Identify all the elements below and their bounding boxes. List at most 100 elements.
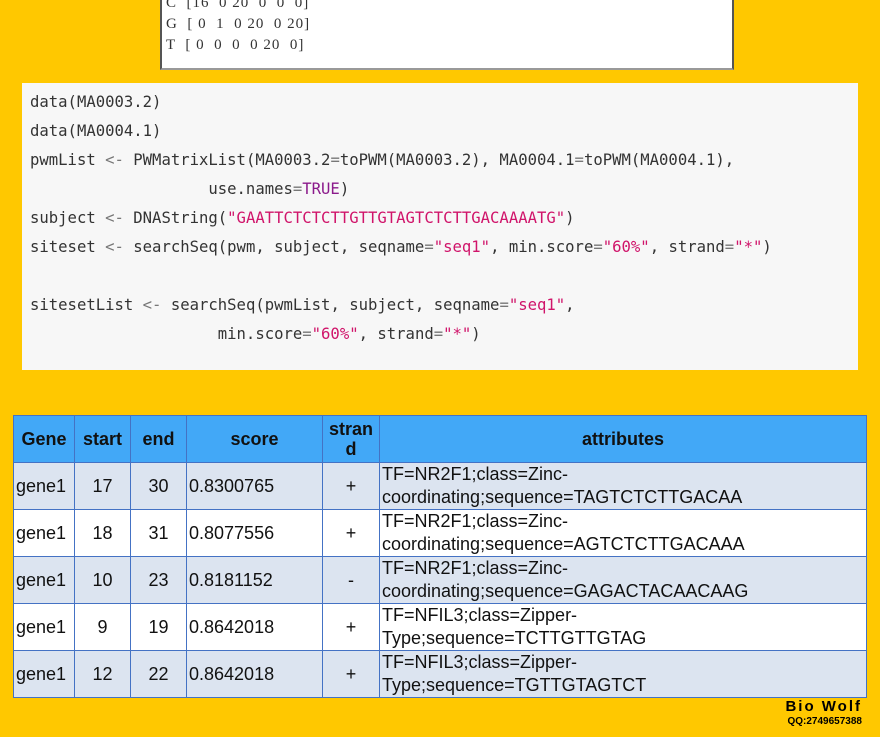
code-token: <-	[105, 238, 124, 256]
attr-line1: TF=NR2F1;class=Zinc-	[382, 558, 569, 578]
matrix-row-g: G [ 0 1 0 20 0 20]	[166, 16, 311, 32]
attr-line2: Type;sequence=TGTTGTAGTCT	[382, 675, 647, 695]
code-token: , min.score	[490, 238, 594, 256]
cell-start: 12	[74, 650, 131, 698]
code-token: "GAATTCTCTCTTGTTGTAGTCTCTTGACAAAATG"	[227, 209, 566, 227]
table-row: gene1 9 19 0.8642018 + TF=NFIL3;class=Zi…	[13, 603, 867, 651]
cell-end: 19	[130, 603, 187, 651]
attr-line1: TF=NR2F1;class=Zinc-	[382, 511, 569, 531]
code-token: <-	[105, 151, 124, 169]
matrix-row-c: C [16 0 20 0 0 0]	[166, 0, 310, 11]
code-token: ,	[565, 296, 575, 314]
code-token: )	[762, 238, 772, 256]
header-score: score	[186, 415, 323, 463]
attr-line2: coordinating;sequence=AGTCTCTTGACAAA	[382, 534, 745, 554]
table-row: gene1 18 31 0.8077556 + TF=NR2F1;class=Z…	[13, 509, 867, 557]
code-token: data(MA0003.2)	[30, 93, 162, 111]
cell-end: 30	[130, 462, 187, 510]
code-token: )	[471, 325, 481, 343]
code-line: sitesetList <- searchSeq(pwmList, subjec…	[30, 291, 858, 320]
brand-contact: QQ:2749657388	[787, 716, 862, 727]
table-header-row: Gene start end score stran d attributes	[13, 415, 867, 463]
header-start: start	[74, 415, 131, 463]
cell-attributes: TF=NR2F1;class=Zinc- coordinating;sequen…	[379, 556, 867, 604]
header-end: end	[130, 415, 187, 463]
code-line: min.score="60%", strand="*")	[30, 320, 858, 349]
table-row: gene1 10 23 0.8181152 - TF=NR2F1;class=Z…	[13, 556, 867, 604]
brand-name: Bio Wolf	[785, 698, 862, 715]
code-token: =	[574, 151, 584, 169]
cell-score: 0.8300765	[186, 462, 323, 510]
code-token: "*"	[734, 238, 763, 256]
table-row: gene1 12 22 0.8642018 + TF=NFIL3;class=Z…	[13, 650, 867, 698]
code-token: pwmList	[30, 151, 106, 169]
results-table: Gene start end score stran d attributes …	[13, 415, 867, 698]
matrix-row-t: T [ 0 0 0 0 20 0]	[166, 37, 305, 53]
cell-start: 9	[74, 603, 131, 651]
code-token: , strand	[358, 325, 434, 343]
cell-score: 0.8077556	[186, 509, 323, 557]
code-token: searchSeq(pwmList, subject, seqname	[161, 296, 500, 314]
cell-gene: gene1	[13, 603, 75, 651]
header-strand-line2: d	[345, 439, 357, 459]
code-token: , strand	[649, 238, 725, 256]
code-token: use.names	[30, 180, 293, 198]
cell-start: 18	[74, 509, 131, 557]
code-token: toPWM(MA0003.2), MA0004.1	[339, 151, 575, 169]
code-token: =	[433, 325, 444, 343]
code-token: =	[593, 238, 603, 256]
cell-gene: gene1	[13, 650, 75, 698]
code-line: data(MA0003.2)	[30, 88, 858, 117]
cell-end: 31	[130, 509, 187, 557]
code-token: =	[292, 180, 303, 198]
code-token: =	[424, 238, 434, 256]
code-token: sitesetList	[30, 296, 143, 314]
cell-attributes: TF=NR2F1;class=Zinc- coordinating;sequen…	[379, 509, 867, 557]
code-token: =	[330, 151, 340, 169]
code-token: =	[302, 325, 312, 343]
code-token: "60%"	[602, 238, 650, 256]
code-token: <-	[105, 209, 124, 227]
cell-score: 0.8181152	[186, 556, 323, 604]
code-token: "seq1"	[433, 238, 491, 256]
code-line: data(MA0004.1)	[30, 117, 858, 146]
code-line: subject <- DNAString("GAATTCTCTCTTGTTGTA…	[30, 204, 858, 233]
code-token: subject	[30, 209, 106, 227]
cell-attributes: TF=NR2F1;class=Zinc- coordinating;sequen…	[379, 462, 867, 510]
code-token: toPWM(MA0004.1),	[583, 151, 735, 169]
code-token: min.score	[30, 325, 303, 343]
code-token: DNAString(	[123, 209, 228, 227]
code-token: )	[339, 180, 350, 198]
code-token: "60%"	[311, 325, 359, 343]
cell-start: 10	[74, 556, 131, 604]
code-token: )	[565, 209, 575, 227]
code-token: "*"	[443, 325, 472, 343]
code-line: pwmList <- PWMatrixList(MA0003.2=toPWM(M…	[30, 146, 858, 175]
code-token: TRUE	[302, 180, 340, 198]
attr-line1: TF=NR2F1;class=Zinc-	[382, 464, 569, 484]
code-token: siteset	[30, 238, 106, 256]
cell-start: 17	[74, 462, 131, 510]
table-row: gene1 17 30 0.8300765 + TF=NR2F1;class=Z…	[13, 462, 867, 510]
attr-line1: TF=NFIL3;class=Zipper-	[382, 605, 578, 625]
cell-attributes: TF=NFIL3;class=Zipper- Type;sequence=TGT…	[379, 650, 867, 698]
header-strand: stran d	[322, 415, 380, 463]
code-line: use.names=TRUE)	[30, 175, 858, 204]
code-token: =	[499, 296, 509, 314]
code-token: <-	[142, 296, 162, 314]
header-attributes: attributes	[379, 415, 867, 463]
code-line: siteset <- searchSeq(pwm, subject, seqna…	[30, 233, 858, 262]
code-token: data(MA0004.1)	[30, 122, 162, 140]
cell-end: 22	[130, 650, 187, 698]
cell-gene: gene1	[13, 556, 75, 604]
header-gene: Gene	[13, 415, 75, 463]
header-strand-line1: stran	[328, 419, 373, 439]
cell-gene: gene1	[13, 509, 75, 557]
code-token: "seq1"	[508, 296, 566, 314]
cell-score: 0.8642018	[186, 650, 323, 698]
cell-strand: +	[322, 509, 380, 557]
cell-strand: +	[322, 650, 380, 698]
attr-line2: coordinating;sequence=TAGTCTCTTGACAA	[382, 487, 743, 507]
code-token: =	[724, 238, 735, 256]
